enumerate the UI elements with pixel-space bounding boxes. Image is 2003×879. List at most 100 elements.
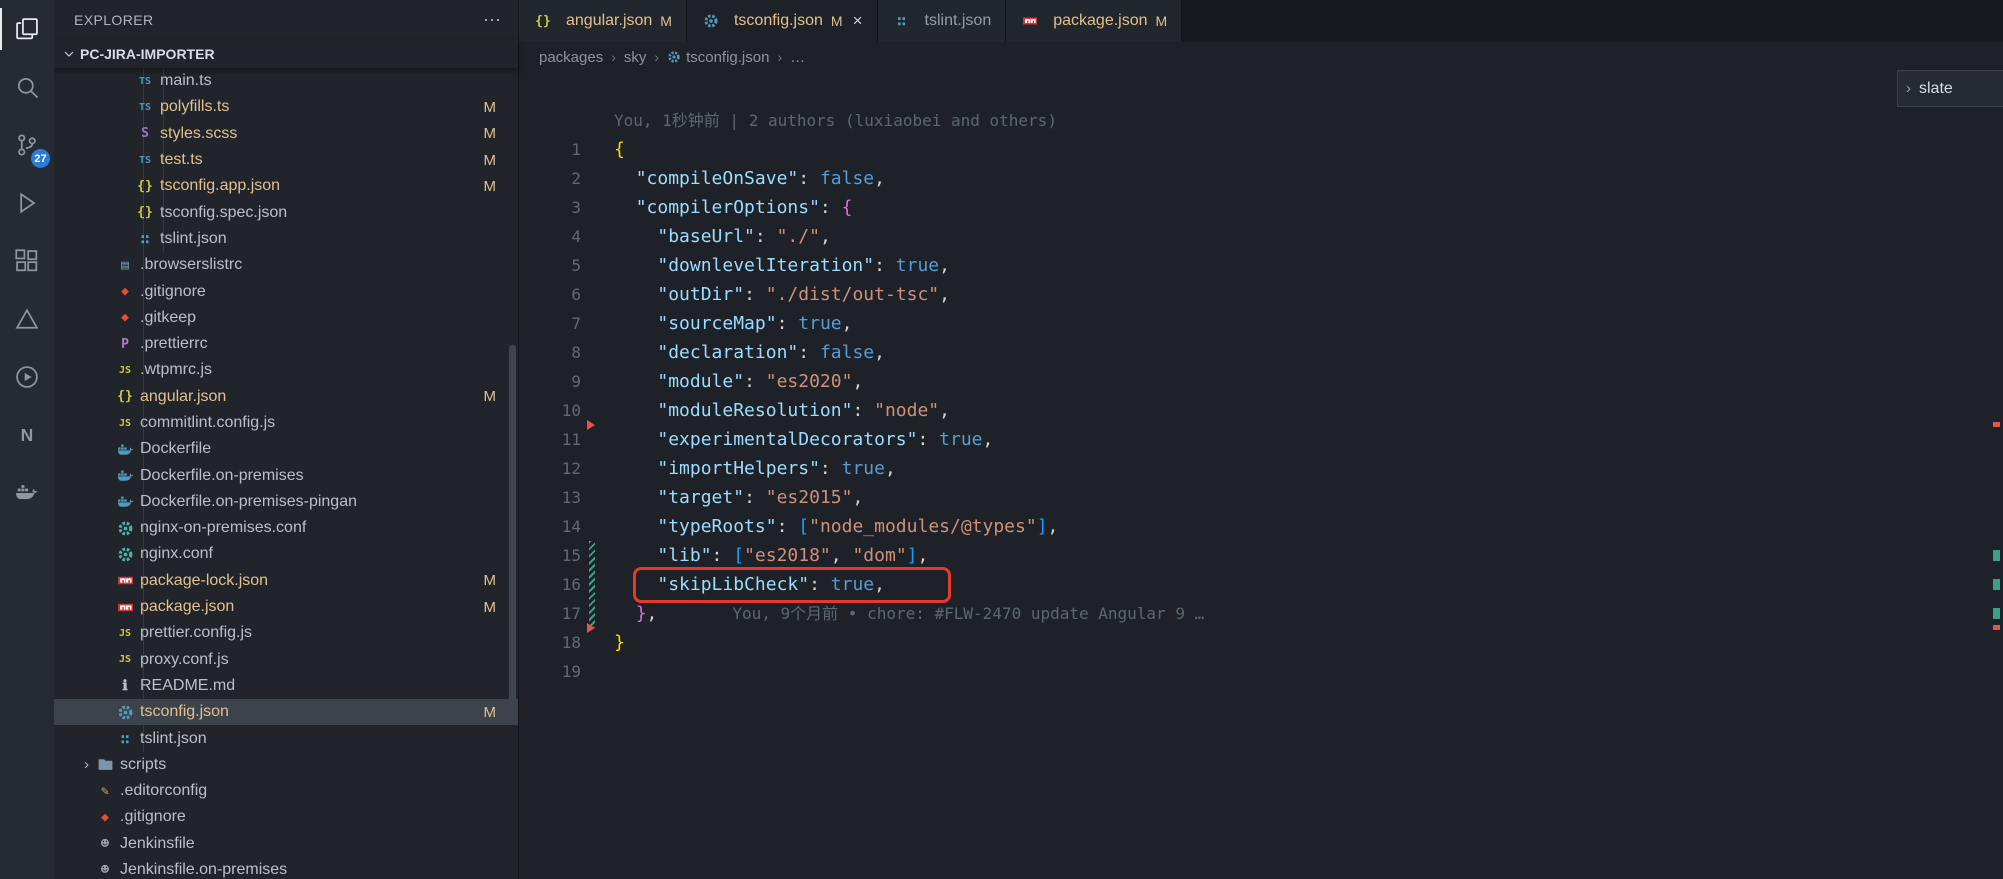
tree-item-main-ts[interactable]: TS main.ts (54, 68, 518, 94)
code-line[interactable]: 2 "compileOnSave": false, (519, 164, 2003, 193)
activity-play-circle-extension[interactable] (0, 348, 54, 406)
activity-search[interactable] (0, 58, 54, 116)
tree-item-prettier-config-js[interactable]: JS prettier.config.js (54, 620, 518, 646)
find-input[interactable]: slate (1919, 80, 1953, 98)
tree-item-test-ts[interactable]: TS test.ts M (54, 147, 518, 173)
breadcrumb-item[interactable]: tsconfig.json (667, 49, 769, 66)
activity-triangle-extension[interactable] (0, 290, 54, 348)
npm-file-icon (1020, 13, 1040, 29)
tree-item-dockerfile-on-premises-pingan[interactable]: Dockerfile.on-premises-pingan (54, 489, 518, 515)
code-line[interactable]: 13 "target": "es2015", (519, 483, 2003, 512)
activity-explorer[interactable] (0, 0, 54, 58)
file-label: Dockerfile.on-premises-pingan (140, 492, 357, 510)
json-file-icon: {} (137, 205, 153, 221)
project-section-header[interactable]: PC-JIRA-IMPORTER (54, 40, 518, 68)
code-line[interactable]: 6 "outDir": "./dist/out-tsc", (519, 280, 2003, 309)
find-widget[interactable]: › slate (1897, 70, 2003, 107)
file-label: Jenkinsfile.on-premises (120, 861, 288, 879)
code-line[interactable]: 10 "moduleResolution": "node", (519, 396, 2003, 425)
tree-item-styles-scss[interactable]: Sstyles.scss M (54, 121, 518, 147)
tree-item-dockerfile-on-premises[interactable]: Dockerfile.on-premises (54, 462, 518, 488)
tree-item-tslint-json[interactable]: ∷ tslint.json (54, 725, 518, 751)
line-number: 10 (561, 401, 581, 420)
tree-item--editorconfig[interactable]: ✎ .editorconfig (54, 778, 518, 804)
file-label: nginx-on-premises.conf (140, 519, 307, 537)
breadcrumb-separator: › (777, 49, 783, 65)
breadcrumb-item[interactable]: packages (539, 49, 603, 66)
chevron-right-icon[interactable]: › (1906, 80, 1911, 97)
tree-item-dockerfile[interactable]: Dockerfile (54, 436, 518, 462)
tree-item--wtpmrc-js[interactable]: JS .wtpmrc.js (54, 357, 518, 383)
tab-package-json[interactable]: package.json M (1006, 0, 1183, 42)
tree-item-angular-json[interactable]: {} angular.json M (54, 384, 518, 410)
code-line-text: "downlevelIteration": true, (657, 255, 950, 276)
code-line[interactable]: 18} (519, 628, 2003, 657)
activity-docker-extension[interactable] (0, 464, 54, 522)
tree-item-proxy-conf-js[interactable]: JS proxy.conf.js (54, 647, 518, 673)
code-line[interactable]: 9 "module": "es2020", (519, 367, 2003, 396)
code-line[interactable]: 14 "typeRoots": ["node_modules/@types"], (519, 512, 2003, 541)
overview-ruler[interactable] (1991, 72, 2003, 879)
code-line[interactable]: 11 "experimentalDecorators": true, (519, 425, 2003, 454)
tree-item-tsconfig-app-json[interactable]: {} tsconfig.app.json M (54, 173, 518, 199)
tree-item-tslint-json[interactable]: ∷ tslint.json (54, 226, 518, 252)
tree-item-package-lock-json[interactable]: package-lock.json M (54, 568, 518, 594)
line-number: 13 (561, 488, 581, 507)
code-line-text: "lib": ["es2018", "dom"], (657, 545, 929, 566)
git-modified-badge: M (483, 598, 497, 616)
npm-file-icon (115, 572, 135, 589)
activity-source-control[interactable]: 27 (0, 116, 54, 174)
tab-tsconfig-json[interactable]: tsconfig.json M × (686, 0, 878, 42)
git-file-icon: ◆ (121, 284, 129, 300)
code-line[interactable]: 12 "importHelpers": true, (519, 454, 2003, 483)
git-modified-badge: M (483, 177, 497, 195)
tab-tslint-json[interactable]: ∷ tslint.json (877, 0, 1007, 42)
activity-run-debug[interactable] (0, 174, 54, 232)
tree-item-jenkinsfile[interactable]: ☻ Jenkinsfile (54, 831, 518, 857)
code-line[interactable]: 17 }, You, 9个月前 • chore: #FLW-2470 update… (519, 599, 2003, 628)
close-icon[interactable]: × (853, 11, 863, 31)
tree-item--browserslistrc[interactable]: ▤ .browserslistrc (54, 252, 518, 278)
tree-item--gitignore[interactable]: ◆ .gitignore (54, 804, 518, 830)
breadcrumb-label: tsconfig.json (686, 48, 770, 66)
activity-nx-console[interactable]: N (0, 406, 54, 464)
activity-extensions[interactable] (0, 232, 54, 290)
folder-file-icon (95, 756, 115, 773)
tab-label: tsconfig.json (733, 12, 823, 29)
tree-item--gitignore[interactable]: ◆ .gitignore (54, 278, 518, 304)
tree-item-polyfills-ts[interactable]: TS polyfills.ts M (54, 94, 518, 120)
tree-item-package-json[interactable]: package.json M (54, 594, 518, 620)
tree-item-jenkinsfile-on-premises[interactable]: ☻ Jenkinsfile.on-premises (54, 857, 518, 879)
tree-item-scripts[interactable]: › scripts (54, 752, 518, 778)
code-line[interactable]: 3 "compilerOptions": { (519, 193, 2003, 222)
code-line[interactable]: 8 "declaration": false, (519, 338, 2003, 367)
tree-item--gitkeep[interactable]: ◆ .gitkeep (54, 305, 518, 331)
tree-item-tsconfig-spec-json[interactable]: {} tsconfig.spec.json (54, 199, 518, 225)
prettier-file-icon: P (121, 336, 129, 352)
tree-item-nginx-conf[interactable]: nginx.conf (54, 541, 518, 567)
chevron-down-icon (64, 51, 74, 57)
file-label: test.ts (160, 151, 203, 169)
code-line[interactable]: 1{ (519, 135, 2003, 164)
tree-item-readme-md[interactable]: ℹ README.md (54, 673, 518, 699)
code-line[interactable]: 4 "baseUrl": "./", (519, 222, 2003, 251)
code-line[interactable]: 5 "downlevelIteration": true, (519, 251, 2003, 280)
code-line[interactable]: 7 "sourceMap": true, (519, 309, 2003, 338)
code-line[interactable]: 16 "skipLibCheck": true, (519, 570, 2003, 599)
tab-label: angular.json (566, 12, 653, 29)
code-line[interactable]: 15 "lib": ["es2018", "dom"], (519, 541, 2003, 570)
tab-angular-json[interactable]: {} angular.json M (519, 0, 687, 42)
code-line-text: "compileOnSave": false, (635, 168, 885, 189)
editor[interactable]: You, 1秒钟前 | 2 authors (luxiaobei and oth… (519, 72, 2003, 879)
line-number: 7 (571, 314, 581, 333)
code-line[interactable]: 19 (519, 657, 2003, 686)
git-blame-codelens[interactable]: You, 1秒钟前 | 2 authors (luxiaobei and oth… (519, 106, 2003, 135)
tree-item-tsconfig-json[interactable]: tsconfig.json M (54, 699, 518, 726)
breadcrumb-item[interactable]: … (790, 49, 805, 66)
tree-item--prettierrc[interactable]: P .prettierrc (54, 331, 518, 357)
breadcrumb-item[interactable]: sky (624, 49, 647, 66)
line-number: 15 (561, 546, 581, 565)
tree-item-commitlint-config-js[interactable]: JS commitlint.config.js (54, 410, 518, 436)
more-actions-icon[interactable]: ⋯ (483, 10, 502, 31)
tree-item-nginx-on-premises-conf[interactable]: nginx-on-premises.conf (54, 515, 518, 541)
